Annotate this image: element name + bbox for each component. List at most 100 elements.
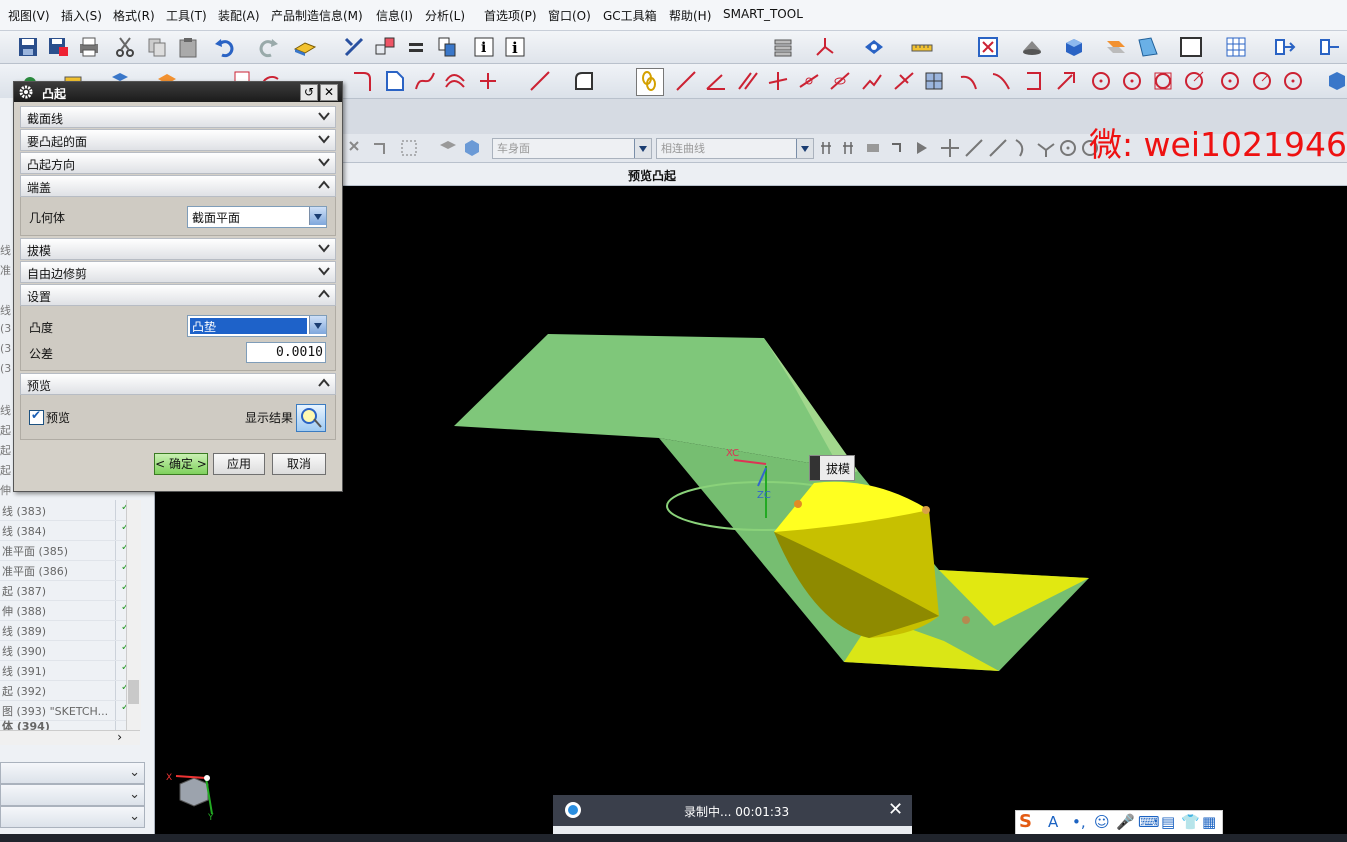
select-solid-icon[interactable] <box>460 136 484 160</box>
table-row[interactable]: 准平面 (385)✓ <box>0 540 140 561</box>
convexity-select[interactable]: 凸垫 <box>187 315 327 337</box>
move-object-icon[interactable] <box>373 35 397 59</box>
color-icon[interactable] <box>1104 35 1128 59</box>
chevron-right-icon[interactable]: › <box>117 730 122 744</box>
chevron-down-icon[interactable] <box>634 139 651 158</box>
menu-grid-icon[interactable]: ▦ <box>1202 813 1216 831</box>
preview-checkbox[interactable] <box>29 408 44 425</box>
wcs-icon[interactable] <box>813 35 837 59</box>
measure-distance-icon[interactable] <box>910 35 934 59</box>
preview-header[interactable]: 预览 <box>20 373 336 395</box>
sogou-icon[interactable]: S <box>1019 811 1032 832</box>
select-rect-icon[interactable] <box>398 136 422 160</box>
emoji-icon[interactable]: ☺ <box>1094 813 1110 831</box>
curve-rule-filter[interactable]: 相连曲线 <box>656 138 814 159</box>
keyboard-icon[interactable]: ⌨ <box>1138 813 1160 831</box>
chevron-up-icon[interactable] <box>317 178 331 192</box>
menu-gc-toolbox[interactable]: GC工具箱 <box>603 7 657 24</box>
wave-line-icon[interactable] <box>860 69 884 93</box>
circle-icon[interactable] <box>1089 69 1113 93</box>
chevron-up-icon[interactable] <box>317 376 331 390</box>
snap-line2-icon[interactable] <box>986 136 1010 160</box>
export-icon[interactable] <box>1272 35 1296 59</box>
chevron-down-icon[interactable]: ⌄ <box>129 765 140 780</box>
type-filter[interactable]: 车身面 <box>492 138 652 159</box>
chevron-down-icon[interactable] <box>309 316 326 334</box>
circle-tangent-icon[interactable] <box>1182 69 1206 93</box>
chevron-down-icon[interactable]: ⌄ <box>129 787 140 802</box>
end-cap-header[interactable]: 端盖 <box>20 175 336 197</box>
bisector-icon[interactable] <box>828 69 852 93</box>
snap-view-icon[interactable] <box>862 35 886 59</box>
arc-two-icon[interactable] <box>990 69 1014 93</box>
save-as-icon[interactable] <box>46 35 70 59</box>
chevron-down-icon[interactable]: ⌄ <box>129 809 140 824</box>
shape-icon[interactable] <box>572 69 596 93</box>
table-row[interactable]: 起 (387)✓ <box>0 580 140 601</box>
import-icon[interactable] <box>1317 35 1341 59</box>
close-icon[interactable]: ✕ <box>888 799 903 820</box>
menu-format[interactable]: 格式(R) <box>113 7 155 24</box>
grid-icon[interactable] <box>1224 35 1248 59</box>
show-result-button[interactable] <box>296 404 326 432</box>
snap-point-icon[interactable] <box>886 136 910 160</box>
select-chain-icon[interactable] <box>370 136 394 160</box>
circle-center-icon[interactable] <box>1120 69 1144 93</box>
menu-pmi[interactable]: 产品制造信息(M) <box>271 7 363 24</box>
dialog-titlebar[interactable]: 凸起 ↺ ✕ <box>14 82 342 102</box>
snap-center-icon[interactable] <box>1056 136 1080 160</box>
snap-intersect-icon[interactable] <box>938 136 962 160</box>
print-icon[interactable] <box>77 35 101 59</box>
snap-endpoint-icon[interactable] <box>818 136 842 160</box>
apply-button[interactable]: 应用 <box>213 453 265 475</box>
skin-icon[interactable]: 👕 <box>1181 813 1200 831</box>
toolbox-icon[interactable]: ▤ <box>1161 813 1175 831</box>
object-info-icon[interactable]: i <box>472 35 496 59</box>
point-set-icon[interactable] <box>476 69 500 93</box>
redo-icon[interactable] <box>256 35 280 59</box>
snap-mid-icon[interactable] <box>840 136 864 160</box>
face-analysis-icon[interactable] <box>1136 35 1160 59</box>
navigator-scrollbar[interactable] <box>126 500 141 730</box>
perpendicular-icon[interactable] <box>766 69 790 93</box>
save-icon[interactable] <box>16 35 40 59</box>
menu-insert[interactable]: 插入(S) <box>61 7 102 24</box>
snap-arc-icon[interactable] <box>1010 136 1034 160</box>
scroll-thumb[interactable] <box>128 680 139 704</box>
shaded-icon[interactable] <box>1062 35 1086 59</box>
chevron-down-icon[interactable] <box>796 139 813 158</box>
table-row[interactable]: 起 (392)✓ <box>0 680 140 701</box>
edit-object-icon[interactable] <box>342 35 366 59</box>
copy-icon[interactable] <box>145 35 169 59</box>
table-row[interactable]: 线 (384)✓ <box>0 520 140 541</box>
arc-tool-icon[interactable] <box>958 69 982 93</box>
snap-line-icon[interactable] <box>962 136 986 160</box>
menu-info[interactable]: 信息(I) <box>376 7 413 24</box>
reset-icon[interactable]: ↺ <box>300 84 318 101</box>
menu-help[interactable]: 帮助(H) <box>669 7 711 24</box>
menu-smart-tool[interactable]: SMART_TOOL <box>723 7 803 21</box>
tolerance-input[interactable]: 0.0010 <box>246 342 326 363</box>
curve-fit-icon[interactable] <box>892 69 916 93</box>
microphone-icon[interactable]: 🎤 <box>1116 813 1135 831</box>
table-row[interactable]: 图 (393) "SKETCH...✓ <box>0 700 140 721</box>
mesh-icon[interactable] <box>922 69 946 93</box>
info-icon[interactable]: i <box>503 35 527 59</box>
bracket-icon[interactable] <box>1022 69 1046 93</box>
offset-curve-icon[interactable] <box>443 69 467 93</box>
parallel-line-icon[interactable] <box>736 69 760 93</box>
close-icon[interactable]: ✕ <box>320 84 338 101</box>
draft-header[interactable]: 拔模 <box>20 238 336 260</box>
undo-icon[interactable] <box>213 35 237 59</box>
cut-icon[interactable] <box>113 35 137 59</box>
chevron-down-icon[interactable] <box>317 132 331 146</box>
menu-analysis[interactable]: 分析(L) <box>425 7 465 24</box>
layer-icon[interactable] <box>435 35 459 59</box>
mode-icon[interactable]: A <box>1048 813 1058 831</box>
face-to-emboss-header[interactable]: 要凸起的面 <box>20 129 336 151</box>
chevron-down-icon[interactable] <box>317 241 331 255</box>
associative-icon[interactable] <box>636 68 664 96</box>
free-edge-trim-header[interactable]: 自由边修剪 <box>20 261 336 283</box>
chevron-down-icon[interactable] <box>317 155 331 169</box>
play-icon[interactable] <box>910 136 934 160</box>
